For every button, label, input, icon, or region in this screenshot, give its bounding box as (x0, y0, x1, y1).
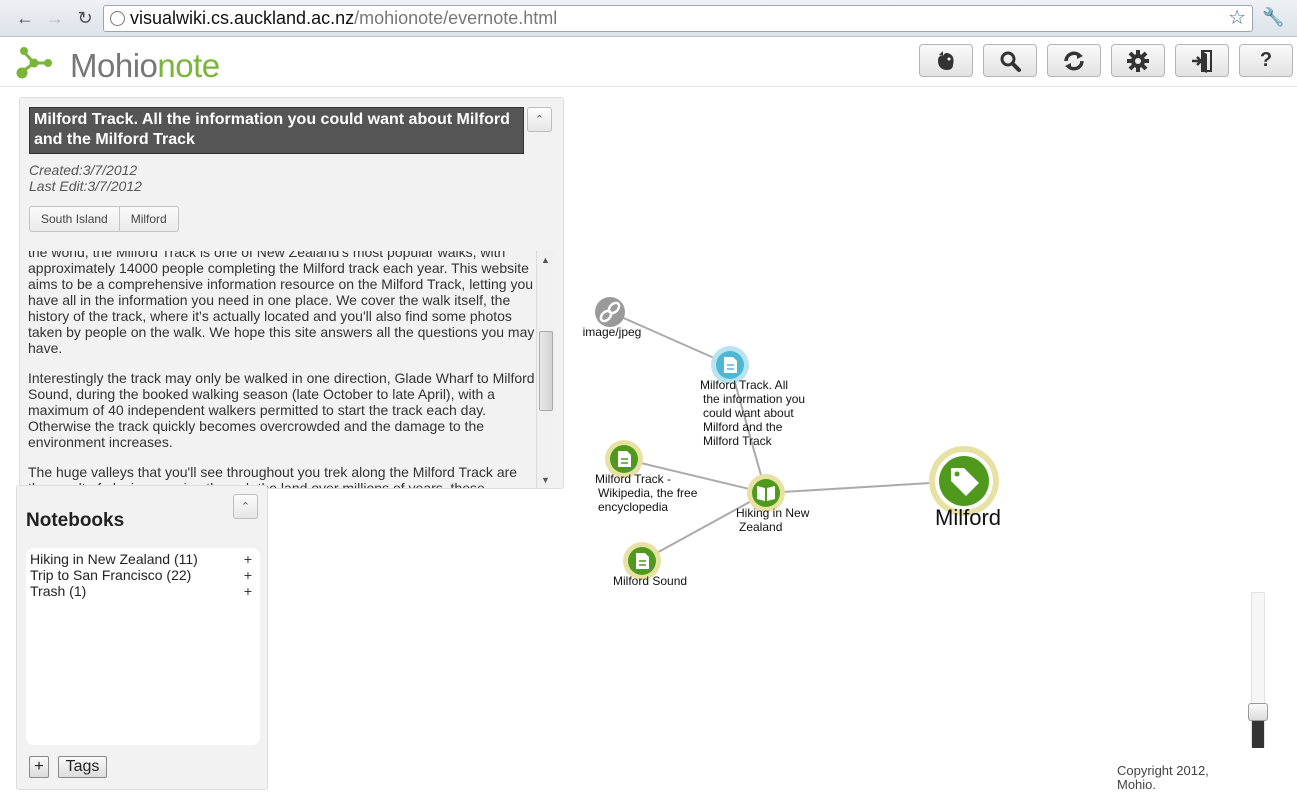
evernote-icon (938, 50, 954, 70)
note-panel: Milford Track. All the information you c… (19, 97, 564, 489)
node-label-line: Milford Track. All (700, 378, 788, 392)
globe-icon (110, 11, 125, 26)
graph-node-note-main[interactable]: Milford Track. All the information you c… (700, 346, 808, 448)
node-label-line: Milford Track (703, 434, 773, 448)
node-label: Hiking in New Zealand (736, 506, 813, 534)
mohionote-logo[interactable]: Mohionote (14, 43, 224, 85)
graph-node-image[interactable]: image/jpeg (583, 297, 642, 339)
copyright-line: Copyright 2012, (1117, 763, 1209, 778)
notebook-item[interactable]: Hiking in New Zealand (11) + (30, 551, 256, 567)
exit-icon (1192, 49, 1212, 73)
note-scrollbar[interactable]: ▲ ▼ (536, 251, 554, 488)
copyright-line: Mohio. (1117, 777, 1157, 792)
graph-node-milford-tag[interactable]: Milford (929, 446, 1001, 530)
app-header: Mohionote ? (0, 37, 1297, 87)
scroll-up-icon[interactable]: ▲ (541, 255, 550, 265)
search-button[interactable] (983, 44, 1037, 77)
node-label: Milford (935, 505, 1001, 530)
copyright: Copyright 2012, Mohio. (1117, 764, 1237, 792)
address-bar[interactable]: visualwiki.cs.auckland.ac.nz/mohionote/e… (103, 5, 1253, 32)
node-label-line: Milford and the (703, 420, 783, 434)
settings-button[interactable] (1111, 44, 1165, 77)
node-label: image/jpeg (583, 325, 642, 339)
help-icon: ? (1259, 49, 1273, 71)
note-graph[interactable]: image/jpeg Milford Track. All the inform… (565, 88, 1297, 806)
notebooks-panel: ⌃ Notebooks Hiking in New Zealand (11) +… (16, 485, 268, 790)
zoom-slider-fill (1252, 720, 1264, 748)
node-label: Milford Sound (613, 574, 687, 588)
document-icon (724, 357, 737, 373)
notebook-label: Trip to San Francisco (22) (30, 567, 192, 583)
note-scroll-thumb[interactable] (539, 331, 553, 411)
document-icon (636, 553, 649, 569)
browser-toolbar: ← → ↻ visualwiki.cs.auckland.ac.nz/mohio… (0, 0, 1297, 37)
node-label-line: Milford Track - (595, 472, 671, 486)
node-label: Milford Track. All the information you c… (700, 378, 808, 448)
url-path: /mohionote/evernote.html (354, 8, 558, 28)
note-collapse-button[interactable]: ⌃ (527, 107, 552, 132)
notebook-add-icon[interactable]: + (244, 583, 252, 599)
reload-icon[interactable]: ↻ (74, 7, 96, 29)
back-icon[interactable]: ← (14, 7, 36, 29)
forward-icon[interactable]: → (44, 7, 66, 29)
logo-mark-icon (16, 47, 52, 79)
graph-edges (609, 311, 965, 562)
notebook-label: Hiking in New Zealand (11) (30, 551, 198, 567)
notebook-add-icon[interactable]: + (244, 551, 252, 567)
graph-node-wiki[interactable]: Milford Track - Wikipedia, the free ency… (595, 440, 701, 514)
chevron-up-icon: ⌃ (240, 501, 251, 513)
node-label: Milford Track - Wikipedia, the free ency… (595, 472, 701, 514)
logo-accent: note (157, 47, 220, 84)
node-label-line: Hiking in New (736, 506, 810, 520)
tag-milford[interactable]: Milford (118, 207, 178, 231)
note-paragraph: Interestingly the track may only be walk… (28, 370, 535, 450)
note-tags: South Island Milford (29, 206, 179, 232)
node-label-line: Wikipedia, the free (598, 486, 698, 500)
wrench-icon[interactable]: 🔧 (1262, 7, 1284, 28)
node-label-line: encyclopedia (598, 500, 668, 514)
node-label-line: Zealand (739, 520, 782, 534)
gear-icon (1127, 49, 1149, 72)
add-notebook-button[interactable]: + (29, 756, 49, 778)
logout-button[interactable] (1175, 44, 1229, 77)
evernote-button[interactable] (919, 44, 973, 77)
scroll-down-icon[interactable]: ▼ (541, 475, 550, 485)
logo-text: Mohionote (70, 47, 220, 85)
notebook-item[interactable]: Trip to San Francisco (22) + (30, 567, 256, 583)
note-body[interactable]: the world, the Milford Track is one of N… (20, 251, 536, 488)
document-icon (618, 451, 631, 467)
note-created: Created:3/7/2012 (29, 162, 138, 178)
zoom-slider-handle[interactable] (1248, 703, 1268, 721)
node-circle (752, 479, 780, 507)
note-paragraph: the world, the Milford Track is one of N… (28, 251, 535, 356)
node-label-line: the information you (703, 392, 805, 406)
sync-icon (1064, 51, 1084, 70)
bookmark-star-icon[interactable]: ☆ (1228, 6, 1246, 31)
note-title[interactable]: Milford Track. All the information you c… (29, 107, 524, 154)
tag-south-island[interactable]: South Island (30, 207, 119, 231)
sync-button[interactable] (1047, 44, 1101, 77)
chevron-up-icon: ⌃ (534, 114, 545, 126)
url-host: visualwiki.cs.auckland.ac.nz (130, 8, 355, 28)
note-last-edit: Last Edit:3/7/2012 (29, 178, 142, 194)
tags-button[interactable]: Tags (58, 756, 107, 778)
notebooks-title: Notebooks (26, 510, 125, 531)
notebook-label: Trash (1) (30, 583, 87, 599)
notebook-item[interactable]: Trash (1) + (30, 583, 256, 599)
graph-node-sound[interactable]: Milford Sound (613, 542, 687, 588)
node-label-line: could want about (703, 406, 794, 420)
help-button[interactable]: ? (1239, 44, 1293, 77)
notebooks-collapse-button[interactable]: ⌃ (233, 494, 258, 519)
search-icon (1000, 51, 1021, 72)
notebook-add-icon[interactable]: + (244, 567, 252, 583)
logo-main: Mohio (70, 47, 158, 84)
notebooks-list: Hiking in New Zealand (11) + Trip to San… (26, 548, 260, 745)
